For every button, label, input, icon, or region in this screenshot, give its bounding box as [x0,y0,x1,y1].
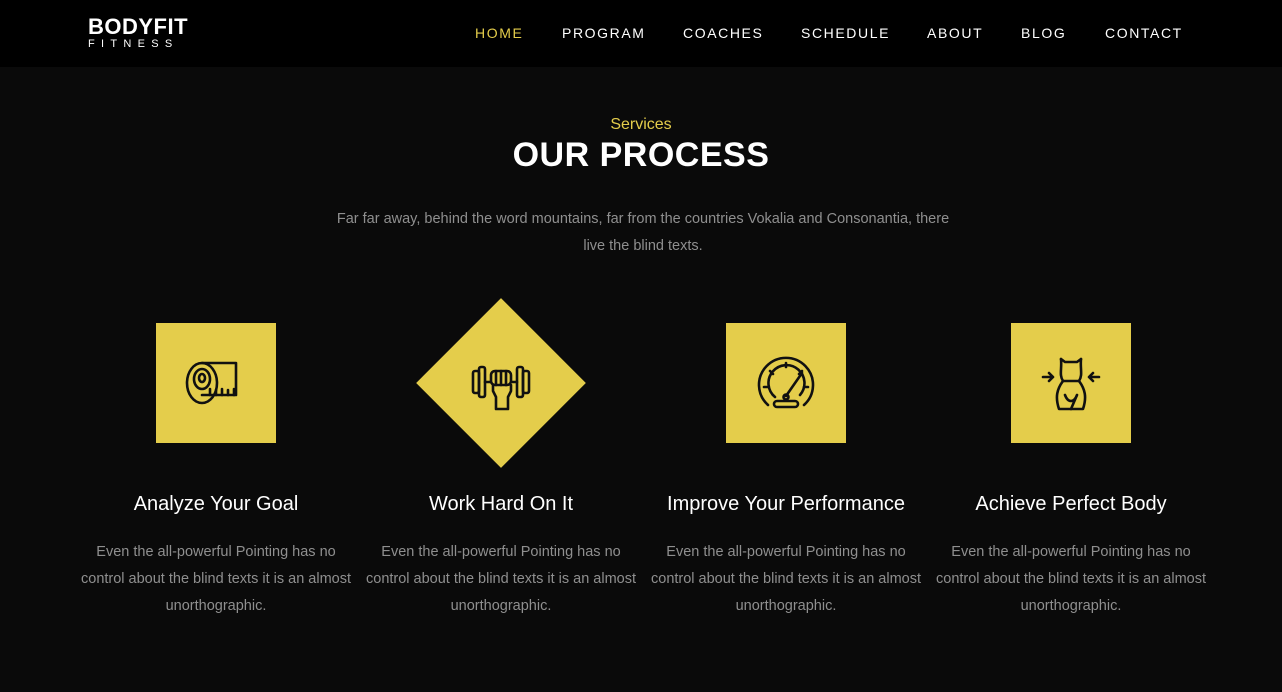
service-title: Work Hard On It [428,493,574,515]
navbar: BODYFIT FITNESS HOME PROGRAM COACHES SCH… [0,0,1282,67]
service-text: Even the all-powerful Pointing has no co… [651,544,922,614]
service-icon-box [156,323,276,443]
nav-item-coaches[interactable]: COACHES [683,25,763,41]
section-description: Far far away, behind the word mountains,… [336,211,950,254]
service-title: Improve Your Performance [667,493,905,515]
nav-item-program[interactable]: PROGRAM [562,25,646,41]
brand-name: BODYFIT [88,14,189,39]
measuring-tape-icon [185,361,238,405]
speedometer-icon [757,356,815,409]
dumbbell-fist-icon [471,365,531,411]
service-card-analyze: Analyze Your Goal Even the all-powerful … [81,290,351,630]
nav-item-home[interactable]: HOME [475,25,523,41]
service-icon-box [1011,323,1131,443]
service-text: Even the all-powerful Pointing has no co… [366,544,637,614]
brand-logo[interactable]: BODYFIT FITNESS [88,16,188,50]
nav-item-schedule[interactable]: SCHEDULE [801,25,890,41]
service-title: Analyze Your Goal [133,493,299,515]
nav-item-contact[interactable]: CONTACT [1105,25,1183,41]
service-card-work-hard: Work Hard On It Even the all-powerful Po… [366,290,636,630]
service-icon-box [726,323,846,443]
service-text: Even the all-powerful Pointing has no co… [81,544,352,614]
section-title: OUR PROCESS [512,136,770,174]
section-subheading: Services [610,116,672,133]
nav-item-about[interactable]: ABOUT [927,25,983,41]
service-card-performance: Improve Your Performance Even the all-po… [651,290,921,630]
service-card-perfect-body: Achieve Perfect Body Even the all-powerf… [936,290,1206,630]
brand-tagline: FITNESS [88,38,179,50]
nav-item-blog[interactable]: BLOG [1021,25,1066,41]
service-text: Even the all-powerful Pointing has no co… [936,544,1207,614]
service-title: Achieve Perfect Body [975,493,1167,515]
body-waist-icon [1041,357,1101,411]
service-icon-box [416,298,586,468]
